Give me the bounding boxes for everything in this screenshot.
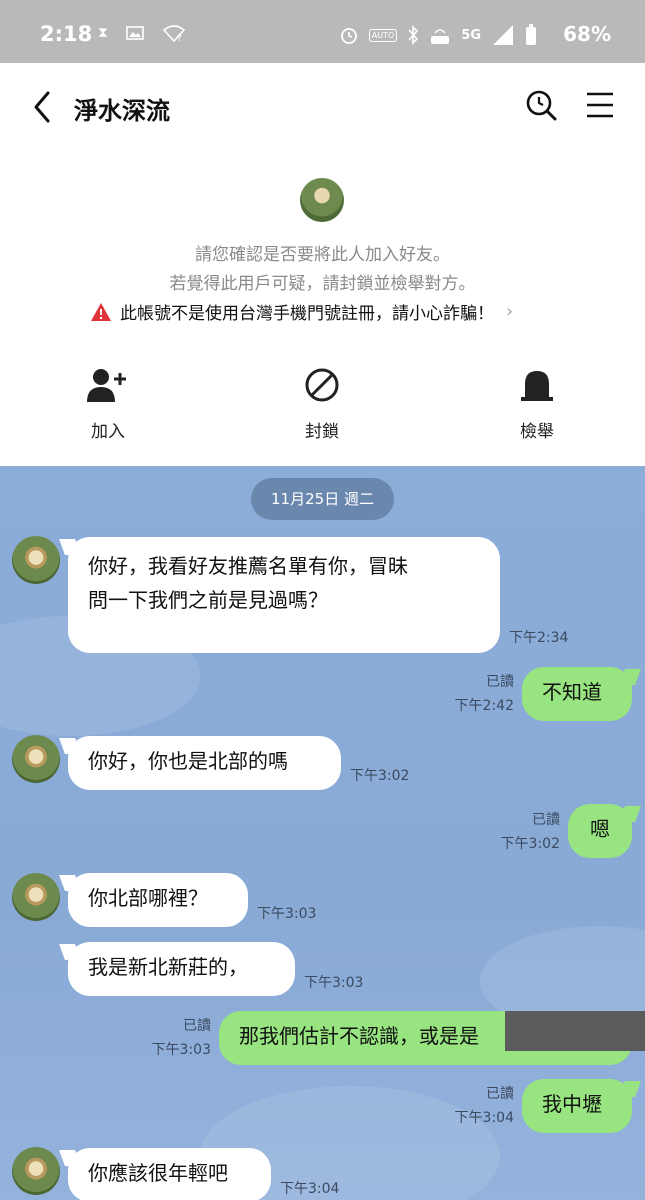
wifi-question-icon: ? [162,25,185,42]
incoming-message[interactable]: 你北部哪裡？ [68,873,248,927]
block-button[interactable]: 封鎖 [272,365,372,442]
volte-icon [431,29,450,44]
friend-actions: 加入 封鎖 檢舉 [0,365,645,455]
sender-avatar[interactable] [12,536,60,584]
hourglass-icon: ⧗ [98,25,108,41]
auto-icon: AUTO [368,28,398,42]
sender-avatar[interactable] [12,735,60,783]
date-separator: 11月25日 週二 [251,478,394,520]
message-text: 你北部哪裡？ [88,886,208,910]
image-icon [126,26,144,40]
incoming-message[interactable]: 我是新北新莊的， [68,942,295,996]
block-label: 封鎖 [305,422,339,442]
add-friend-label: 加入 [91,422,125,442]
report-icon [521,371,553,401]
message-text: 問一下我們之前是見過嗎？ [88,588,328,612]
menu-icon[interactable] [585,91,615,119]
status-bar: 2:18 ⧗ ? AUTO 5G 68% [0,0,645,63]
status-icons-right: AUTO 5G [339,24,537,46]
incoming-message[interactable]: 你好，我看好友推薦名單有你，冒昧 問一下我們之前是見過嗎？ [68,537,500,653]
outgoing-message[interactable]: 不知道 [522,667,632,721]
report-button[interactable]: 檢舉 [487,365,587,442]
message-time: 下午2:34 [509,630,569,646]
message-time: 下午3:04 [454,1110,514,1126]
message-text: 你好，我看好友推薦名單有你，冒昧 [88,554,408,578]
5g-icon: 5G [461,27,481,43]
message-meta: 已讀 下午3:02 [486,810,560,854]
status-time: 2:18 [40,22,93,46]
sender-avatar[interactable] [12,1147,60,1195]
add-friend-button[interactable]: 加入 [58,365,158,442]
signal-icon [493,25,513,45]
chat-area[interactable]: 11月25日 週二 你好，我看好友推薦名單有你，冒昧 問一下我們之前是見過嗎？ … [0,466,645,1200]
search-icon[interactable] [524,88,558,122]
battery-icon [526,24,536,45]
block-icon [305,368,339,402]
message-time: 下午3:02 [500,836,560,852]
warning-icon [91,302,111,321]
message-time: 下午3:04 [280,1181,340,1197]
message-meta: 已讀 下午3:04 [440,1084,514,1128]
message-time: 下午3:03 [257,906,317,922]
battery-percent: 68% [563,22,611,46]
chevron-right-icon: › [506,301,514,322]
read-receipt: 已讀 [532,812,560,828]
chat-header: 淨水深流 [0,63,645,150]
incoming-message[interactable]: 你好，你也是北部的嗎 [68,736,341,790]
message-text: 你好，你也是北部的嗎 [88,749,288,773]
message-meta: 已讀 下午2:42 [440,672,514,716]
outgoing-message[interactable]: 嗯 [568,804,632,858]
svg-text:?: ? [177,34,182,42]
friend-request-panel: 請您確認是否要將此人加入好友。 若覺得此用戶可疑，請封鎖並檢舉對方。 此帳號不是… [0,150,645,466]
read-receipt: 已讀 [486,674,514,690]
add-friend-icon [87,369,126,402]
report-label: 檢舉 [520,422,554,442]
bluetooth-icon [408,25,419,45]
message-time: 下午3:03 [151,1042,211,1058]
warning-text: 此帳號不是使用台灣手機門號註冊，請小心詐騙！ [120,304,494,324]
alarm-icon [340,28,357,44]
message-meta: 已讀 下午3:03 [137,1016,211,1060]
redaction-block [505,1011,645,1051]
chat-title: 淨水深流 [74,97,170,125]
contact-avatar[interactable] [300,178,344,222]
message-time: 下午2:42 [454,698,514,714]
message-text: 嗯 [590,817,610,841]
message-text: 我是新北新莊的， [88,955,248,979]
fraud-warning-link[interactable]: 此帳號不是使用台灣手機門號註冊，請小心詐騙！ › [90,299,513,324]
message-time: 下午3:02 [350,768,410,784]
incoming-message[interactable]: 你應該很年輕吧 [68,1148,271,1200]
outgoing-message[interactable]: 我中壢 [522,1079,632,1133]
message-text: 我中壢 [542,1092,602,1116]
sender-avatar[interactable] [12,873,60,921]
read-receipt: 已讀 [486,1086,514,1102]
status-icons-left: ⧗ ? [98,24,186,42]
confirm-text-line1: 請您確認是否要將此人加入好友。 [195,245,450,265]
read-receipt: 已讀 [183,1018,211,1034]
message-time: 下午3:03 [304,975,364,991]
message-text: 不知道 [542,680,602,704]
message-text: 那我們估計不認識，或是是 [239,1024,479,1048]
confirm-text-line2: 若覺得此用戶可疑，請封鎖並檢舉對方。 [169,274,476,294]
back-arrow-icon[interactable] [28,87,58,127]
message-text: 你應該很年輕吧 [88,1161,228,1185]
